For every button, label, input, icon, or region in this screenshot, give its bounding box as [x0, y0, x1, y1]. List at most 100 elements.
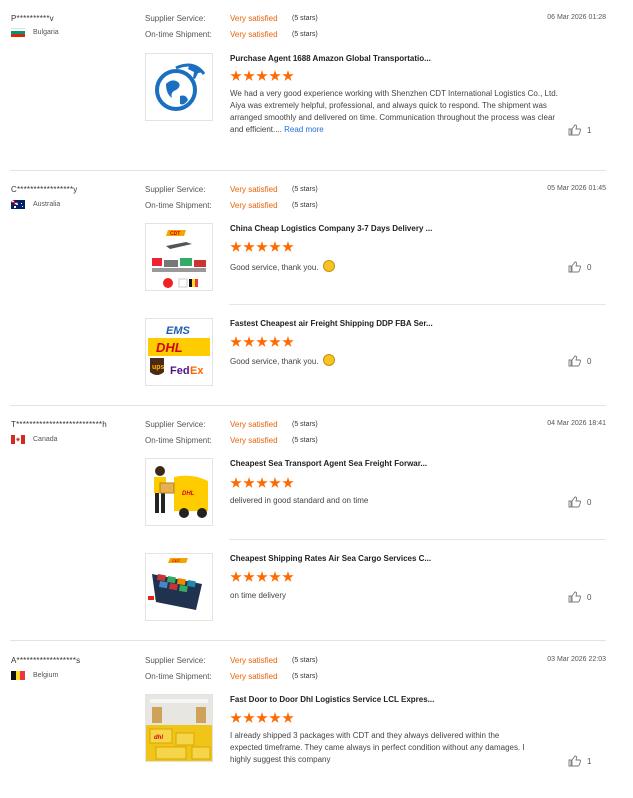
like-count: 0	[587, 592, 592, 602]
item-star-rating	[230, 477, 294, 489]
reviewer-country: Belgium	[11, 671, 58, 680]
like-count: 0	[587, 262, 592, 272]
product-thumbnail[interactable]: EMS DHL ups Fed Ex	[145, 318, 213, 386]
product-title[interactable]: Purchase Agent 1688 Amazon Global Transp…	[230, 54, 431, 63]
star-icon	[243, 336, 255, 347]
smiley-emoji-icon	[322, 260, 335, 272]
review-body: delivered in good standard and on time	[230, 496, 369, 505]
star-icon	[282, 571, 294, 582]
country-name: Bulgaria	[33, 29, 59, 36]
star-icon	[243, 477, 255, 488]
review-date: 05 Mar 2026 01:45	[547, 185, 606, 192]
item-divider	[229, 304, 606, 305]
item-star-rating	[230, 712, 294, 724]
cargo-ship-icon: CDT China	[148, 558, 202, 610]
product-thumbnail[interactable]: CDT	[145, 223, 213, 291]
helpful-button[interactable]: 1	[568, 755, 591, 767]
ontime-shipment-stars: (5 stars)	[292, 31, 318, 38]
item-star-rating	[230, 241, 294, 253]
supplier-service-stars: (5 stars)	[292, 657, 318, 664]
star-icon	[256, 336, 268, 347]
supplier-service-stars: (5 stars)	[292, 186, 318, 193]
review-text: Good service, thank you.	[230, 354, 570, 368]
ontime-shipment-rating: Very satisfied	[230, 201, 278, 210]
star-icon	[269, 336, 281, 347]
review-text: delivered in good standard and on time	[230, 495, 570, 507]
product-title[interactable]: Cheapest Sea Transport Agent Sea Freight…	[230, 459, 427, 468]
item-star-rating	[230, 571, 294, 583]
star-icon	[282, 712, 294, 723]
supplier-service-rating: Very satisfied	[230, 656, 278, 665]
courier-logos-icon: EMS DHL ups Fed Ex	[148, 325, 210, 377]
star-icon	[269, 70, 281, 81]
thumbs-up-icon	[568, 124, 581, 136]
like-count: 0	[587, 497, 592, 507]
review-body: We had a very good experience working wi…	[230, 89, 558, 134]
country-name: Canada	[33, 436, 58, 443]
australia-flag-icon	[11, 200, 25, 209]
star-icon	[243, 241, 255, 252]
svg-text:CDT: CDT	[170, 231, 180, 237]
star-icon	[243, 571, 255, 582]
supplier-service-rating: Very satisfied	[230, 14, 278, 23]
product-title[interactable]: China Cheap Logistics Company 3-7 Days D…	[230, 224, 432, 233]
star-icon	[256, 241, 268, 252]
supplier-service-rating: Very satisfied	[230, 185, 278, 194]
ontime-shipment-rating: Very satisfied	[230, 672, 278, 681]
product-title[interactable]: Fastest Cheapest air Freight Shipping DD…	[230, 319, 433, 328]
reviewer-name: C*****************y	[11, 185, 78, 194]
ontime-shipment-stars: (5 stars)	[292, 437, 318, 444]
bulgaria-flag-icon	[11, 28, 25, 37]
helpful-button[interactable]: 0	[568, 591, 591, 603]
product-thumbnail[interactable]: DHL	[145, 458, 213, 526]
svg-text:China: China	[155, 596, 166, 601]
item-divider	[229, 539, 606, 540]
star-icon	[230, 571, 242, 582]
dhl-courier-icon: DHL	[154, 466, 208, 518]
star-icon	[230, 241, 242, 252]
read-more-link[interactable]: Read more	[284, 125, 324, 134]
supplier-service-label: Supplier Service:	[145, 420, 206, 429]
reviewer-name: P**********v	[11, 14, 54, 23]
review-divider	[10, 170, 606, 171]
like-count: 0	[587, 356, 592, 366]
star-icon	[256, 477, 268, 488]
like-count: 1	[587, 125, 592, 135]
star-icon	[269, 712, 281, 723]
item-star-rating	[230, 70, 294, 82]
star-icon	[256, 571, 268, 582]
smiley-emoji-icon	[322, 354, 335, 366]
star-icon	[282, 336, 294, 347]
thumbs-up-icon	[568, 591, 581, 603]
star-icon	[230, 477, 242, 488]
product-thumbnail[interactable]: dhl	[145, 694, 213, 762]
product-thumbnail[interactable]: CDT China	[145, 553, 213, 621]
star-icon	[243, 70, 255, 81]
product-title[interactable]: Fast Door to Door Dhl Logistics Service …	[230, 695, 434, 704]
helpful-button[interactable]: 0	[568, 355, 591, 367]
ontime-shipment-label: On-time Shipment:	[145, 436, 212, 445]
belgium-flag-icon	[11, 671, 25, 680]
thumbs-up-icon	[568, 496, 581, 508]
review-date: 04 Mar 2026 18:41	[547, 420, 606, 427]
review-text: Good service, thank you.	[230, 260, 570, 274]
svg-text:DHL: DHL	[156, 340, 183, 355]
helpful-button[interactable]: 0	[568, 496, 591, 508]
product-title[interactable]: Cheapest Shipping Rates Air Sea Cargo Se…	[230, 554, 431, 563]
item-star-rating	[230, 336, 294, 348]
reviewer-country: Bulgaria	[11, 28, 59, 37]
review-divider	[10, 640, 606, 641]
helpful-button[interactable]: 0	[568, 261, 591, 273]
helpful-button[interactable]: 1	[568, 124, 591, 136]
supplier-service-label: Supplier Service:	[145, 14, 206, 23]
dhl-warehouse-icon: dhl	[146, 695, 212, 761]
review-date: 03 Mar 2026 22:03	[547, 656, 606, 663]
review-text: I already shipped 3 packages with CDT an…	[230, 730, 530, 766]
canada-flag-icon	[11, 435, 25, 444]
reviewer-country: Australia	[11, 200, 60, 209]
country-name: Australia	[33, 201, 61, 208]
star-icon	[230, 336, 242, 347]
reviewer-country: Canada	[11, 435, 58, 444]
product-thumbnail[interactable]	[145, 53, 213, 121]
star-icon	[269, 241, 281, 252]
